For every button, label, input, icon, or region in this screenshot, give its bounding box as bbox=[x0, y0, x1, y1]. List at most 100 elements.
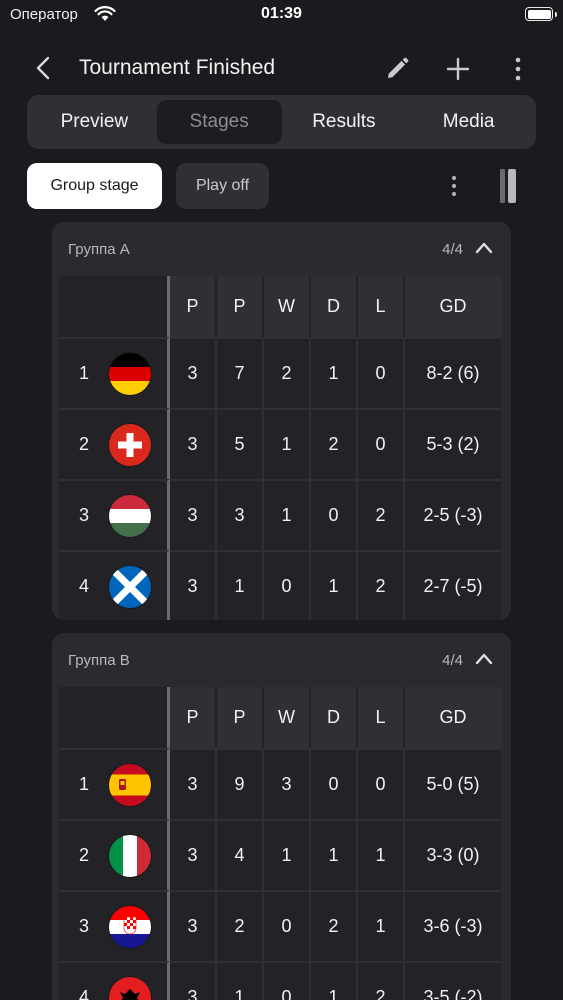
column-header: L bbox=[358, 687, 405, 748]
stat-cell: 7 bbox=[217, 337, 264, 408]
more-vertical-icon[interactable] bbox=[444, 172, 464, 200]
column-header: GD bbox=[405, 687, 501, 748]
stat-cell: 2 bbox=[358, 961, 405, 1000]
stat-cell: 1 bbox=[358, 819, 405, 890]
table-row[interactable]: 4 3 1 0 1 2 3-5 (-2) bbox=[59, 961, 501, 1000]
stat-cell: 0 bbox=[264, 890, 311, 961]
switzerland-flag-icon bbox=[109, 423, 151, 466]
table-row[interactable]: 1 3 7 2 1 0 8-2 (6) bbox=[59, 337, 501, 408]
column-view-icon[interactable] bbox=[499, 168, 517, 204]
table-row[interactable]: 3 3 2 0 2 1 3-6 (-3) bbox=[59, 890, 501, 961]
table-row[interactable]: 2 3 5 1 2 0 5-3 (2) bbox=[59, 408, 501, 479]
italy-flag-icon bbox=[109, 834, 151, 877]
table-header: P P W D L GD bbox=[59, 687, 501, 748]
table-row[interactable]: 2 3 4 1 1 1 3-3 (0) bbox=[59, 819, 501, 890]
goal-difference-cell: 5-0 (5) bbox=[405, 748, 501, 819]
tab-bar: Preview Stages Results Media bbox=[27, 95, 536, 149]
stat-cell: 1 bbox=[264, 408, 311, 479]
goal-difference-cell: 3-3 (0) bbox=[405, 819, 501, 890]
stat-cell: 0 bbox=[358, 337, 405, 408]
table-row[interactable]: 3 3 3 1 0 2 2-5 (-3) bbox=[59, 479, 501, 550]
nav-bar: Tournament Finished bbox=[0, 42, 563, 96]
column-header: W bbox=[264, 276, 311, 337]
stat-cell: 0 bbox=[358, 748, 405, 819]
team-column-header bbox=[59, 276, 170, 337]
team-column-header bbox=[59, 687, 170, 748]
stat-cell: 3 bbox=[170, 337, 217, 408]
stat-cell: 3 bbox=[170, 550, 217, 620]
team-rank: 4 bbox=[79, 576, 90, 596]
group-card-a: Группа A 4/4 P P W D L GD 1 3 7 2 1 0 8-… bbox=[52, 222, 511, 620]
stat-cell: 0 bbox=[358, 408, 405, 479]
stat-cell: 1 bbox=[264, 479, 311, 550]
group-header[interactable]: Группа B 4/4 bbox=[52, 633, 511, 687]
stat-cell: 3 bbox=[170, 408, 217, 479]
goal-difference-cell: 5-3 (2) bbox=[405, 408, 501, 479]
chevron-up-icon[interactable] bbox=[475, 240, 493, 256]
stat-cell: 0 bbox=[264, 550, 311, 620]
stat-cell: 3 bbox=[217, 479, 264, 550]
column-header: D bbox=[311, 687, 358, 748]
stat-cell: 2 bbox=[217, 890, 264, 961]
group-count: 4/4 bbox=[442, 241, 463, 258]
team-rank: 3 bbox=[79, 505, 90, 525]
croatia-flag-icon bbox=[109, 905, 151, 948]
status-bar: Оператор 01:39 bbox=[0, 0, 563, 30]
stat-cell: 1 bbox=[311, 337, 358, 408]
standings-table: P P W D L GD 1 3 7 2 1 0 8-2 (6) 2 3 5 1… bbox=[59, 276, 501, 620]
column-header: P bbox=[217, 687, 264, 748]
page-title: Tournament Finished bbox=[79, 56, 276, 79]
stat-cell: 3 bbox=[170, 961, 217, 1000]
play-off-chip[interactable]: Play off bbox=[176, 163, 269, 209]
tab-stages[interactable]: Stages bbox=[156, 100, 282, 144]
stat-cell: 0 bbox=[311, 748, 358, 819]
plus-icon[interactable] bbox=[444, 55, 472, 83]
tab-media[interactable]: Media bbox=[406, 100, 531, 144]
group-header[interactable]: Группа A 4/4 bbox=[52, 222, 511, 276]
chevron-up-icon[interactable] bbox=[475, 651, 493, 667]
scotland-flag-icon bbox=[109, 565, 151, 608]
stat-cell: 3 bbox=[264, 748, 311, 819]
stat-cell: 0 bbox=[311, 479, 358, 550]
stat-cell: 2 bbox=[311, 890, 358, 961]
table-row[interactable]: 1 3 9 3 0 0 5-0 (5) bbox=[59, 748, 501, 819]
goal-difference-cell: 8-2 (6) bbox=[405, 337, 501, 408]
table-row[interactable]: 4 3 1 0 1 2 2-7 (-5) bbox=[59, 550, 501, 620]
group-name: Группа B bbox=[68, 652, 130, 669]
stat-cell: 5 bbox=[217, 408, 264, 479]
goal-difference-cell: 3-6 (-3) bbox=[405, 890, 501, 961]
goal-difference-cell: 3-5 (-2) bbox=[405, 961, 501, 1000]
stat-cell: 3 bbox=[170, 819, 217, 890]
column-header: L bbox=[358, 276, 405, 337]
stat-cell: 2 bbox=[311, 408, 358, 479]
more-vertical-icon[interactable] bbox=[508, 55, 528, 83]
stat-cell: 1 bbox=[264, 819, 311, 890]
stat-cell: 0 bbox=[264, 961, 311, 1000]
stat-cell: 2 bbox=[264, 337, 311, 408]
back-chevron-icon[interactable] bbox=[30, 54, 58, 82]
stat-cell: 2 bbox=[358, 550, 405, 620]
group-stage-chip[interactable]: Group stage bbox=[27, 163, 162, 209]
albania-flag-icon bbox=[109, 976, 151, 1000]
group-name: Группа A bbox=[68, 241, 130, 258]
stat-cell: 9 bbox=[217, 748, 264, 819]
table-header: P P W D L GD bbox=[59, 276, 501, 337]
germany-flag-icon bbox=[109, 352, 151, 395]
stat-cell: 4 bbox=[217, 819, 264, 890]
group-count: 4/4 bbox=[442, 652, 463, 669]
stat-cell: 1 bbox=[217, 550, 264, 620]
column-header: P bbox=[170, 687, 217, 748]
column-header: D bbox=[311, 276, 358, 337]
spain-flag-icon bbox=[109, 763, 151, 806]
stat-cell: 3 bbox=[170, 479, 217, 550]
stat-cell: 3 bbox=[170, 748, 217, 819]
tab-results[interactable]: Results bbox=[282, 100, 407, 144]
goal-difference-cell: 2-7 (-5) bbox=[405, 550, 501, 620]
team-rank: 2 bbox=[79, 434, 90, 454]
team-rank: 1 bbox=[79, 363, 90, 383]
stat-cell: 1 bbox=[358, 890, 405, 961]
column-header: P bbox=[217, 276, 264, 337]
pencil-icon[interactable] bbox=[383, 55, 411, 83]
column-header: W bbox=[264, 687, 311, 748]
tab-preview[interactable]: Preview bbox=[32, 100, 157, 144]
